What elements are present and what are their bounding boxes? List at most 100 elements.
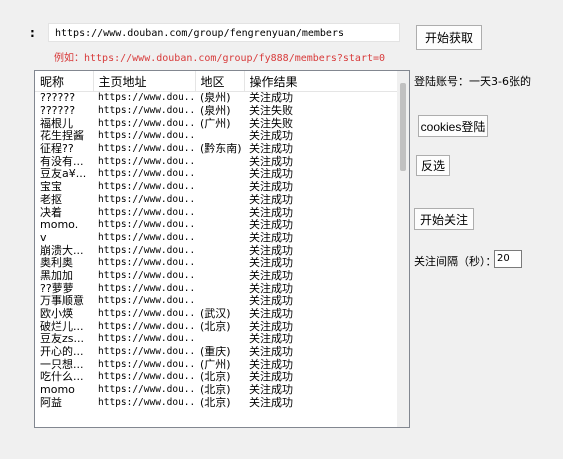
table-row[interactable]: 破烂儿... https://www.dou... (北京) 关注成功 bbox=[35, 320, 399, 333]
homepage-cell: https://www.dou... bbox=[98, 244, 195, 256]
column-header-region[interactable]: 地区 bbox=[195, 71, 245, 92]
result-cell: 关注成功 bbox=[249, 168, 293, 181]
column-header-nickname[interactable]: 昵称 bbox=[35, 71, 94, 92]
region-cell bbox=[195, 295, 244, 308]
nickname-cell: 欧小煐 bbox=[40, 307, 73, 321]
homepage-cell: https://www.dou... bbox=[98, 105, 195, 117]
region-cell bbox=[195, 232, 244, 245]
column-header-homepage[interactable]: 主页地址 bbox=[93, 71, 196, 92]
example-url-hint: 例如：https://www.douban.com/group/fy888/me… bbox=[54, 53, 386, 64]
result-cell: 关注成功 bbox=[249, 269, 293, 282]
region-cell bbox=[195, 155, 244, 168]
table-row[interactable]: 开心的... https://www.dou... (重庆) 关注成功 bbox=[35, 346, 399, 359]
nickname-cell: ?????? bbox=[40, 104, 76, 118]
nickname-cell: 决着 bbox=[40, 206, 62, 219]
group-url-input[interactable]: https://www.douban.com/group/fengrenyuan… bbox=[48, 23, 400, 42]
table-row[interactable]: 豆友zs... https://www.dou... 关注成功 bbox=[35, 333, 399, 346]
region-cell bbox=[195, 257, 244, 270]
table-row[interactable]: 福根儿 https://www.dou... (广州) 关注失败 bbox=[35, 117, 399, 130]
region-cell bbox=[195, 282, 244, 295]
region-cell: (重庆) bbox=[200, 345, 231, 359]
nickname-cell: 豆友a¥... bbox=[40, 168, 87, 181]
homepage-cell: https://www.dou... bbox=[98, 320, 195, 332]
result-cell: 关注成功 bbox=[249, 345, 293, 359]
region-cell: (武汉) bbox=[200, 307, 231, 321]
nickname-cell: 崩溃大... bbox=[40, 244, 84, 257]
result-cell: 关注成功 bbox=[249, 358, 293, 371]
table-row[interactable]: ?????? https://www.dou... (泉州) 关注失败 bbox=[35, 105, 399, 118]
homepage-cell: https://www.dou... bbox=[98, 155, 195, 167]
region-cell bbox=[195, 219, 244, 232]
table-row[interactable]: 欧小煐 https://www.dou... (武汉) 关注成功 bbox=[35, 308, 399, 321]
table-row[interactable]: v https://www.dou... 关注成功 bbox=[35, 232, 399, 245]
result-cell: 关注成功 bbox=[249, 320, 293, 333]
table-row[interactable]: 一只想... https://www.dou... (广州) 关注成功 bbox=[35, 358, 399, 371]
region-cell bbox=[195, 181, 244, 194]
nickname-cell: v bbox=[40, 231, 47, 244]
result-cell: 关注成功 bbox=[249, 193, 293, 206]
table-row[interactable]: ?????? https://www.dou... (泉州) 关注成功 bbox=[35, 92, 399, 105]
nickname-cell: 宝宝 bbox=[40, 180, 62, 194]
table-row[interactable]: 黑加加 https://www.dou... 关注成功 bbox=[35, 270, 399, 283]
table-row[interactable]: 豆友a¥... https://www.dou... 关注成功 bbox=[35, 168, 399, 181]
region-cell: (北京) bbox=[200, 383, 231, 397]
table-row[interactable]: 老抠 https://www.dou... 关注成功 bbox=[35, 194, 399, 207]
region-cell: (北京) bbox=[200, 320, 231, 333]
table-row[interactable]: 宝宝 https://www.dou... 关注成功 bbox=[35, 181, 399, 194]
members-table[interactable]: 昵称 主页地址 地区 操作结果 ?????? https://www.dou...… bbox=[34, 70, 410, 428]
result-cell: 关注成功 bbox=[249, 180, 293, 194]
nickname-cell: momo bbox=[40, 383, 75, 397]
homepage-cell: https://www.dou... bbox=[98, 206, 195, 218]
table-row[interactable]: 花生捏酱 https://www.dou... 关注成功 bbox=[35, 130, 399, 143]
result-cell: 关注成功 bbox=[249, 396, 293, 409]
homepage-cell: https://www.dou... bbox=[98, 346, 195, 358]
table-row[interactable]: 征程?? https://www.dou... (黔东南) 关注成功 bbox=[35, 143, 399, 156]
result-cell: 关注成功 bbox=[249, 218, 293, 232]
result-cell: 关注成功 bbox=[249, 383, 293, 397]
result-cell: 关注失败 bbox=[249, 117, 293, 130]
vertical-scrollbar[interactable] bbox=[397, 71, 409, 427]
url-label: : bbox=[30, 26, 35, 40]
homepage-cell: https://www.dou... bbox=[98, 143, 195, 155]
table-header-row: 昵称 主页地址 地区 操作结果 bbox=[35, 71, 400, 92]
region-cell bbox=[195, 168, 244, 181]
nickname-cell: 征程?? bbox=[40, 142, 74, 156]
homepage-cell: https://www.dou... bbox=[98, 117, 195, 129]
region-cell bbox=[195, 270, 244, 283]
region-cell: (广州) bbox=[200, 358, 231, 371]
scrollbar-thumb[interactable] bbox=[400, 83, 406, 171]
region-cell bbox=[195, 130, 244, 143]
result-cell: 关注成功 bbox=[249, 256, 293, 270]
table-row[interactable]: momo https://www.dou... (北京) 关注成功 bbox=[35, 384, 399, 397]
invert-selection-button[interactable]: 反选 bbox=[416, 155, 450, 176]
region-cell: (广州) bbox=[200, 117, 231, 130]
cookies-login-button[interactable]: cookies登陆 bbox=[418, 115, 488, 137]
table-row[interactable]: momo. https://www.dou... 关注成功 bbox=[35, 219, 399, 232]
region-cell bbox=[195, 194, 244, 207]
result-cell: 关注成功 bbox=[249, 206, 293, 219]
nickname-cell: 一只想... bbox=[40, 358, 84, 371]
homepage-cell: https://www.dou... bbox=[98, 193, 195, 205]
table-row[interactable]: 阿益 https://www.dou... (北京) 关注成功 bbox=[35, 397, 399, 410]
fetch-button[interactable]: 开始获取 bbox=[416, 25, 482, 50]
table-row[interactable]: 奥利奥 https://www.dou... 关注成功 bbox=[35, 257, 399, 270]
follow-interval-input[interactable]: 20 bbox=[494, 250, 522, 268]
table-row[interactable]: 决着 https://www.dou... 关注成功 bbox=[35, 206, 399, 219]
result-cell: 关注成功 bbox=[249, 231, 293, 244]
nickname-cell: ?????? bbox=[40, 91, 76, 105]
homepage-cell: https://www.dou... bbox=[98, 168, 195, 180]
nickname-cell: 阿益 bbox=[40, 396, 62, 409]
column-header-result[interactable]: 操作结果 bbox=[244, 71, 400, 92]
region-cell bbox=[195, 333, 244, 346]
table-row[interactable]: 吃什么... https://www.dou... (北京) 关注成功 bbox=[35, 371, 399, 384]
table-row[interactable]: ??萝萝 https://www.dou... 关注成功 bbox=[35, 282, 399, 295]
result-cell: 关注成功 bbox=[249, 282, 293, 295]
nickname-cell: 有没有... bbox=[40, 155, 84, 168]
table-row[interactable]: 有没有... https://www.dou... 关注成功 bbox=[35, 155, 399, 168]
table-row[interactable]: 崩溃大... https://www.dou... 关注成功 bbox=[35, 244, 399, 257]
result-cell: 关注成功 bbox=[249, 333, 293, 346]
start-follow-button[interactable]: 开始关注 bbox=[414, 208, 474, 230]
nickname-cell: 老抠 bbox=[40, 193, 62, 206]
homepage-cell: https://www.dou... bbox=[98, 333, 195, 345]
table-row[interactable]: 万事顺意 https://www.dou... 关注成功 bbox=[35, 295, 399, 308]
